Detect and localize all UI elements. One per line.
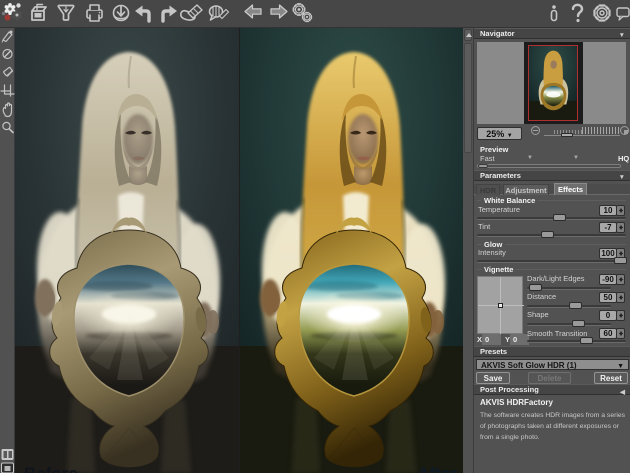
- svg-text:After: After: [417, 464, 457, 473]
- svg-text:Before: Before: [24, 464, 78, 473]
